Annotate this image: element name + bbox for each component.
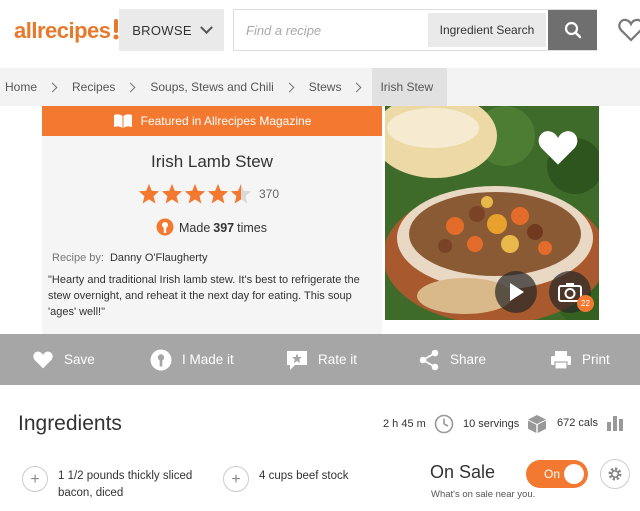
i-made-it-button[interactable]: I Made it bbox=[150, 334, 234, 385]
share-icon bbox=[419, 349, 439, 370]
heart-outline-icon bbox=[618, 18, 640, 42]
on-sale-heading: On Sale bbox=[430, 462, 496, 482]
author-link[interactable]: Danny O'Flaugherty bbox=[110, 252, 207, 264]
top-bar: allrecipes BROWSE Ingredient Search bbox=[0, 0, 640, 62]
heart-icon bbox=[33, 351, 53, 368]
total-time: 2 h 45 m bbox=[383, 414, 454, 434]
on-sale-subtext: What's on sale near you. bbox=[431, 489, 536, 500]
printer-icon bbox=[551, 350, 571, 370]
nutrition-chart-icon bbox=[606, 416, 623, 431]
favorites-heart-button[interactable] bbox=[618, 18, 640, 47]
allrecipes-logo[interactable]: allrecipes bbox=[14, 18, 121, 44]
toggle-knob bbox=[564, 464, 584, 484]
save-heart-overlay-button[interactable] bbox=[536, 128, 580, 173]
browse-button[interactable]: BROWSE bbox=[119, 9, 224, 51]
rate-it-button[interactable]: Rate it bbox=[286, 334, 357, 385]
ingredient-search-button[interactable]: Ingredient Search bbox=[428, 13, 546, 47]
chevron-down-icon bbox=[199, 20, 213, 34]
heart-icon bbox=[538, 131, 578, 165]
recipe-description: "Hearty and traditional Irish lamb stew.… bbox=[48, 274, 360, 318]
breadcrumb-home[interactable]: Home bbox=[0, 68, 41, 106]
book-icon bbox=[113, 114, 132, 128]
star-rating[interactable]: 370 bbox=[138, 183, 279, 204]
chevron-right-icon bbox=[125, 82, 136, 92]
breadcrumb-recipes[interactable]: Recipes bbox=[68, 68, 119, 106]
on-sale-settings-button[interactable] bbox=[600, 459, 630, 489]
star-full-icon bbox=[207, 183, 229, 204]
recipe-title: Irish Lamb Stew bbox=[151, 152, 273, 171]
breadcrumb-irish-stew[interactable]: Irish Stew bbox=[372, 68, 448, 106]
breadcrumb: Home Recipes Soups, Stews and Chili Stew… bbox=[0, 68, 640, 106]
gear-icon bbox=[608, 467, 622, 481]
search-button[interactable] bbox=[548, 10, 597, 50]
save-action-button[interactable]: Save bbox=[32, 334, 95, 385]
breadcrumb-stews[interactable]: Stews bbox=[305, 68, 346, 106]
print-button[interactable]: Print bbox=[550, 334, 610, 385]
play-icon bbox=[510, 283, 524, 301]
rate-speech-bubble-icon bbox=[287, 350, 307, 370]
servings[interactable]: 10 servings bbox=[463, 414, 547, 434]
photo-count-badge: 22 bbox=[577, 295, 594, 312]
star-full-icon bbox=[161, 183, 183, 204]
ingredient-item[interactable]: + 4 cups beef stock bbox=[223, 466, 403, 492]
ingredients-heading: Ingredients bbox=[18, 412, 122, 435]
search-bar: Ingredient Search bbox=[233, 9, 597, 51]
star-full-icon bbox=[184, 183, 206, 204]
ingredient-item[interactable]: + 1 1/2 pounds thickly sliced bacon, dic… bbox=[22, 466, 212, 502]
add-ingredient-plus-icon[interactable]: + bbox=[223, 466, 249, 492]
servings-cube-icon bbox=[528, 415, 547, 433]
add-ingredient-plus-icon[interactable]: + bbox=[22, 466, 48, 492]
search-icon bbox=[564, 21, 581, 39]
on-sale-toggle[interactable]: On bbox=[526, 460, 588, 488]
chevron-right-icon bbox=[47, 82, 58, 92]
recipe-action-bar: Save I Made it Rate it Share Print bbox=[0, 334, 640, 385]
chevron-right-icon bbox=[352, 82, 362, 92]
star-half-icon bbox=[230, 183, 252, 204]
play-video-button[interactable] bbox=[495, 271, 537, 313]
share-button[interactable]: Share bbox=[418, 334, 486, 385]
star-full-icon bbox=[138, 183, 160, 204]
made-it-icon bbox=[150, 349, 172, 370]
clock-icon bbox=[434, 414, 454, 434]
rating-count: 370 bbox=[259, 186, 280, 201]
breadcrumb-soups[interactable]: Soups, Stews and Chili bbox=[146, 68, 277, 106]
made-it-badge-icon bbox=[156, 218, 174, 236]
made-it-count: Made 397 times bbox=[156, 218, 267, 238]
calories[interactable]: 672 cals bbox=[557, 414, 624, 432]
featured-magazine-banner[interactable]: Featured in Allrecipes Magazine bbox=[42, 106, 382, 136]
search-input[interactable] bbox=[234, 10, 426, 50]
recipe-author: Recipe by: Danny O'Flaugherty bbox=[52, 252, 208, 264]
chevron-right-icon bbox=[284, 82, 295, 92]
